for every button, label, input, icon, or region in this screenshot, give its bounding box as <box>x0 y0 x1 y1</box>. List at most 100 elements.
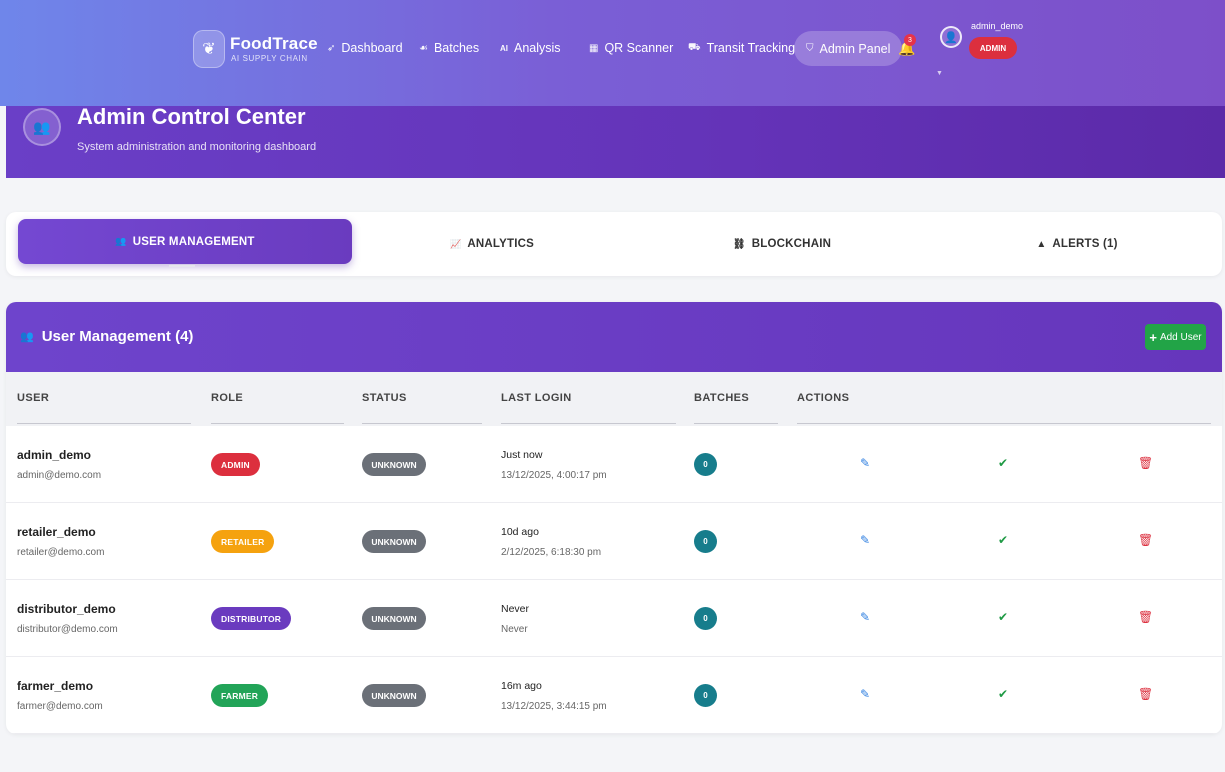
tab-analytics-label: ANALYTICS <box>467 238 534 250</box>
user-name-cell: farmer_demo <box>17 679 94 693</box>
user-email-cell: admin@demo.com <box>17 470 102 481</box>
table-row: admin_demo admin@demo.com ADMIN UNKNOWN … <box>6 426 1222 503</box>
nav-analysis[interactable]: AI Analysis <box>500 41 561 55</box>
nav-transit-tracking[interactable]: ⛟ Transit Tracking <box>688 41 795 55</box>
trash-icon[interactable]: 🗑 <box>1138 533 1153 547</box>
admin-header-banner: 👥 Admin Control Center System administra… <box>6 94 1225 178</box>
edit-icon[interactable]: ✎ <box>860 456 870 470</box>
batch-count-badge: 0 <box>694 607 717 630</box>
status-badge: UNKNOWN <box>362 684 426 707</box>
tab-alerts[interactable]: ▲ ALERTS (1) <box>932 212 1222 276</box>
user-email-cell: distributor@demo.com <box>17 624 118 635</box>
column-divider <box>362 423 482 424</box>
warning-icon: ▲ <box>1036 238 1047 250</box>
tab-blockchain-label: BLOCKCHAIN <box>751 238 832 250</box>
truck-icon: ⛟ <box>688 41 701 53</box>
last-login-timestamp: Never <box>501 624 528 635</box>
table-header: USER ROLE STATUS LAST LOGIN BATCHES ACTI… <box>6 372 1222 426</box>
nav-admin-panel[interactable]: ⛉ Admin Panel <box>794 31 903 66</box>
tab-alerts-label: ALERTS (1) <box>1052 238 1118 250</box>
column-divider <box>501 423 676 424</box>
card-title: 👥 User Management (4) <box>20 328 193 345</box>
last-login-timestamp: 2/12/2025, 6:18:30 pm <box>501 547 602 558</box>
nav-qr-scanner-label: QR Scanner <box>604 41 674 55</box>
column-actions: ACTIONS <box>797 392 850 404</box>
tab-blockchain[interactable]: ⛓ BLOCKCHAIN <box>632 212 932 276</box>
edit-icon[interactable]: ✎ <box>860 610 870 624</box>
chevron-down-icon[interactable]: ▼ <box>936 70 943 77</box>
trash-icon[interactable]: 🗑 <box>1138 687 1153 701</box>
trash-icon[interactable]: 🗑 <box>1138 610 1153 624</box>
add-user-label: Add User <box>1159 331 1202 343</box>
users-cog-icon: 👥 <box>23 108 61 146</box>
nav-dashboard[interactable]: ➶ Dashboard <box>327 41 403 55</box>
nav-qr-scanner[interactable]: ▦ QR Scanner <box>589 41 673 55</box>
check-icon[interactable]: ✔ <box>998 533 1008 547</box>
user-name-cell: distributor_demo <box>17 602 116 616</box>
column-role[interactable]: ROLE <box>211 392 243 404</box>
status-badge: UNKNOWN <box>362 530 426 553</box>
ai-icon: AI <box>500 43 508 53</box>
plus-icon: + <box>1149 329 1157 345</box>
page-title: Admin Control Center <box>77 104 306 129</box>
user-name-cell: admin_demo <box>17 448 92 462</box>
nav-batches[interactable]: ☙ Batches <box>419 41 479 55</box>
notification-badge: 3 <box>904 34 916 46</box>
tab-user-management-label: USER MANAGEMENT <box>132 235 255 248</box>
role-badge: DISTRIBUTOR <box>211 607 292 630</box>
card-title-label: User Management (4) <box>41 328 194 345</box>
nav-admin-panel-label: Admin Panel <box>819 41 891 56</box>
table-row: farmer_demo farmer@demo.com FARMER UNKNO… <box>6 657 1222 734</box>
user-name[interactable]: admin_demo <box>971 21 1023 31</box>
table-row: retailer_demo retailer@demo.com RETAILER… <box>6 503 1222 580</box>
batch-count-badge: 0 <box>694 453 717 476</box>
column-divider <box>17 423 191 424</box>
brand-tagline: AI SUPPLY CHAIN <box>231 54 308 63</box>
nav-analysis-label: Analysis <box>514 41 561 55</box>
nav-dashboard-label: Dashboard <box>341 41 403 55</box>
trash-icon[interactable]: 🗑 <box>1138 456 1153 470</box>
role-badge: RETAILER <box>211 530 275 553</box>
column-user[interactable]: USER <box>17 392 49 404</box>
user-management-card: 👥 User Management (4) + Add User USER RO… <box>6 302 1222 734</box>
column-last-login[interactable]: LAST LOGIN <box>501 392 572 404</box>
last-login-relative: Never <box>501 603 530 615</box>
leaf-icon: ☙ <box>419 42 428 54</box>
add-user-button[interactable]: + Add User <box>1145 324 1206 350</box>
batch-count-badge: 0 <box>694 684 717 707</box>
tab-indicator <box>169 265 195 267</box>
batch-count-badge: 0 <box>694 530 717 553</box>
network-icon: ⛓ <box>732 238 746 250</box>
rocket-icon: ➶ <box>327 42 336 54</box>
role-badge: ADMIN <box>211 453 260 476</box>
column-divider <box>211 423 344 424</box>
edit-icon[interactable]: ✎ <box>860 687 870 701</box>
column-status[interactable]: STATUS <box>362 392 407 404</box>
tab-analytics[interactable]: 📈 ANALYTICS <box>352 212 632 276</box>
edit-icon[interactable]: ✎ <box>860 533 870 547</box>
shield-icon: ⛉ <box>806 43 814 54</box>
tab-user-management[interactable]: 👥 USER MANAGEMENT <box>18 219 352 264</box>
brand-name[interactable]: FoodTrace <box>230 34 318 54</box>
last-login-relative: 16m ago <box>501 680 542 692</box>
user-name-cell: retailer_demo <box>17 525 96 539</box>
user-avatar-icon[interactable]: 👤 <box>940 26 962 48</box>
column-batches[interactable]: BATCHES <box>694 392 749 404</box>
check-icon[interactable]: ✔ <box>998 456 1008 470</box>
check-icon[interactable]: ✔ <box>998 610 1008 624</box>
user-email-cell: retailer@demo.com <box>17 547 105 558</box>
nav-batches-label: Batches <box>433 41 480 55</box>
last-login-timestamp: 13/12/2025, 3:44:15 pm <box>501 701 607 712</box>
last-login-timestamp: 13/12/2025, 4:00:17 pm <box>501 470 607 481</box>
leaf-logo-icon[interactable]: ❦ <box>193 30 225 68</box>
user-email-cell: farmer@demo.com <box>17 701 103 712</box>
card-header: 👥 User Management (4) + Add User <box>6 302 1222 372</box>
last-login-relative: Just now <box>501 449 543 461</box>
status-badge: UNKNOWN <box>362 453 426 476</box>
role-badge: FARMER <box>211 684 269 707</box>
chart-line-icon: 📈 <box>450 238 462 249</box>
users-icon: 👥 <box>20 331 34 343</box>
column-divider <box>797 423 1211 424</box>
status-badge: UNKNOWN <box>362 607 426 630</box>
check-icon[interactable]: ✔ <box>998 687 1008 701</box>
